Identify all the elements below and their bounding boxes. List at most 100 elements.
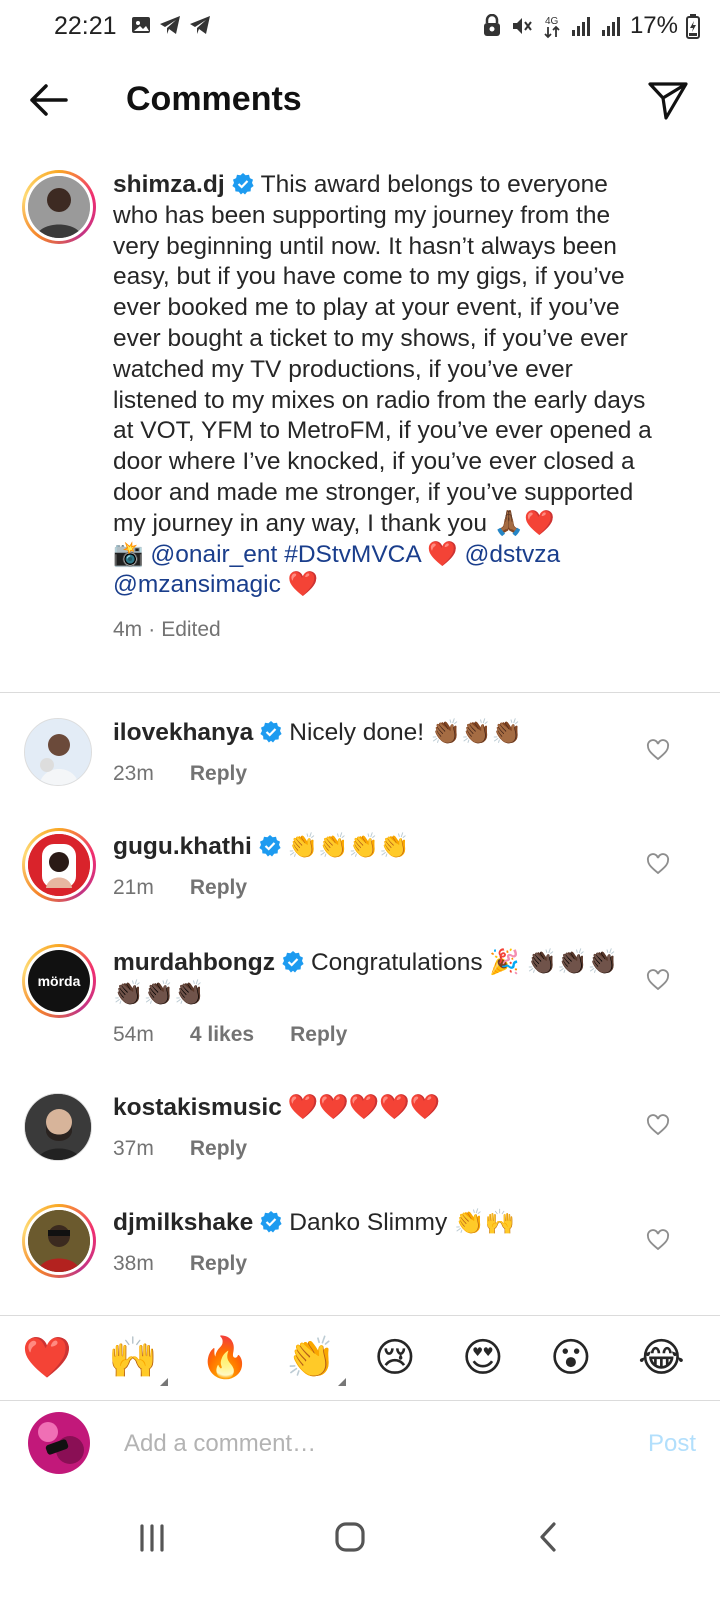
commenter-avatar[interactable]: mörda [22,944,96,1018]
like-heart-icon[interactable] [646,968,670,992]
vpn-lock-icon [483,14,500,36]
signal-icon [601,17,620,36]
back-icon[interactable] [518,1512,578,1562]
comment-input[interactable] [124,1422,594,1466]
comment-text-line: gugu.khathi 👏👏👏👏 [113,832,623,863]
emoji-laughing-button[interactable]: 😂 [638,1334,685,1382]
person-photo-icon [28,834,90,896]
divider [0,692,720,693]
comment-meta: 54m 4 likes Reply [113,1020,623,1051]
like-heart-icon[interactable] [646,1113,670,1137]
commenter-avatar[interactable] [24,1093,92,1161]
comment-body: murdahbongz Congratulations 🎉 👏🏿👏🏿👏🏿👏🏿👏🏿👏… [113,948,623,1050]
comment-meta: 23m Reply [113,759,623,790]
edited-label: Edited [161,618,221,642]
comment-time: 54m [113,1022,154,1046]
verified-badge-icon [260,721,282,743]
person-photo-icon [28,176,90,238]
commenter-avatar[interactable] [22,1204,96,1278]
likes-count[interactable]: 4 likes [190,1020,254,1051]
post-button[interactable]: Post [648,1430,696,1458]
emoji-quick-bar: ❤️ 🙌 🔥 👏 😢 😍 😮 😂 [0,1315,720,1401]
person-photo-icon [28,1210,90,1272]
battery-charging-icon [686,14,700,39]
comment-text: 👏👏👏👏 [287,833,410,860]
comment-body: ilovekhanya Nicely done! 👏🏾👏🏾👏🏾 23m Reply [113,718,623,790]
reply-button[interactable]: Reply [290,1020,347,1051]
send-icon[interactable] [646,78,690,122]
meta-separator: · [148,618,156,642]
comment-time: 37m [113,1136,154,1160]
verified-badge-icon [282,951,304,973]
emoji-raised-hands-button[interactable]: 🙌 [108,1334,168,1386]
reply-button[interactable]: Reply [190,1134,247,1165]
like-heart-icon[interactable] [646,852,670,876]
commenter-avatar[interactable] [24,718,92,786]
comment-text-line: ilovekhanya Nicely done! 👏🏾👏🏾👏🏾 [113,718,623,749]
comment-username[interactable]: murdahbongz [113,949,275,976]
svg-text:4G: 4G [545,16,559,27]
comment-time: 38m [113,1251,154,1275]
my-avatar[interactable] [28,1412,90,1474]
emoji-surprised-button[interactable]: 😮 [550,1334,592,1382]
emoji-glyph: 🙌 [108,1336,158,1380]
mention-link[interactable]: @mzansimagic [113,571,281,598]
caption-avatar[interactable] [22,170,96,244]
emoji-clap-button[interactable]: 👏 [286,1334,346,1386]
page-title: Comments [126,80,302,118]
telegram-icon [190,16,210,34]
comment-username[interactable]: ilovekhanya [113,719,253,746]
notification-icons [130,14,212,36]
comment-username[interactable]: djmilkshake [113,1209,253,1236]
caption: shimza.dj This award belongs to everyone … [113,170,653,646]
signal-icon [571,17,590,36]
emoji-fire-button[interactable]: 🔥 [200,1334,250,1382]
emoji-heart-button[interactable]: ❤️ [22,1334,72,1382]
commenter-avatar[interactable] [22,828,96,902]
reply-button[interactable]: Reply [190,1249,247,1280]
caption-time: 4m [113,618,143,642]
emoji-heart-eyes-button[interactable]: 😍 [462,1334,504,1382]
telegram-icon [160,16,180,34]
comment-text: ❤️❤️❤️❤️❤️ [287,1094,441,1121]
comment-username[interactable]: kostakismusic [113,1094,282,1121]
caption-username[interactable]: shimza.dj [113,171,225,198]
comment-text-line: djmilkshake Danko Slimmy 👏🙌 [113,1208,623,1239]
mention-link[interactable]: @onair_ent [150,541,277,568]
home-icon[interactable] [320,1512,380,1562]
comment-meta: 21m Reply [113,873,623,904]
status-bar: 22:21 4G 17% [0,0,720,52]
comment-body: kostakismusic ❤️❤️❤️❤️❤️ 37m Reply [113,1093,623,1165]
recent-apps-icon[interactable] [122,1512,182,1562]
arrow-left-icon[interactable] [26,80,70,120]
mention-link[interactable]: @dstvza [464,541,560,568]
hashtag-link[interactable]: #DStvMVCA [284,541,420,568]
heart-emoji: ❤️ [427,540,458,568]
comment-text: Nicely done! 👏🏾👏🏾👏🏾 [289,719,523,746]
comment-body: gugu.khathi 👏👏👏👏 21m Reply [113,832,623,904]
comment-username[interactable]: gugu.khathi [113,833,252,860]
person-photo-icon [28,1412,90,1474]
heart-emoji: ❤️ [287,571,319,599]
skin-tone-indicator-icon [337,1378,346,1386]
verified-badge-icon [260,1211,282,1233]
like-heart-icon[interactable] [646,738,670,762]
verified-badge-icon [232,173,254,195]
reply-button[interactable]: Reply [190,759,247,790]
emoji-crying-button[interactable]: 😢 [374,1334,416,1382]
system-nav-bar [0,1490,720,1600]
comment-time: 21m [113,875,154,899]
comment-text-line: murdahbongz Congratulations 🎉 👏🏿👏🏿👏🏿👏🏿👏🏿👏… [113,948,623,1010]
reply-button[interactable]: Reply [190,873,247,904]
system-icons: 4G 17% [482,12,700,40]
comment-body: djmilkshake Danko Slimmy 👏🙌 38m Reply [113,1208,623,1280]
comment-text: Danko Slimmy 👏🙌 [289,1209,516,1236]
status-time: 22:21 [54,12,117,40]
camera-emoji: 📸 [113,540,144,568]
comment-composer: Post [0,1402,720,1488]
like-heart-icon[interactable] [646,1228,670,1252]
mute-icon [512,18,532,34]
person-photo-icon [25,719,91,785]
gallery-icon [132,17,150,33]
comment-meta: 38m Reply [113,1249,623,1280]
